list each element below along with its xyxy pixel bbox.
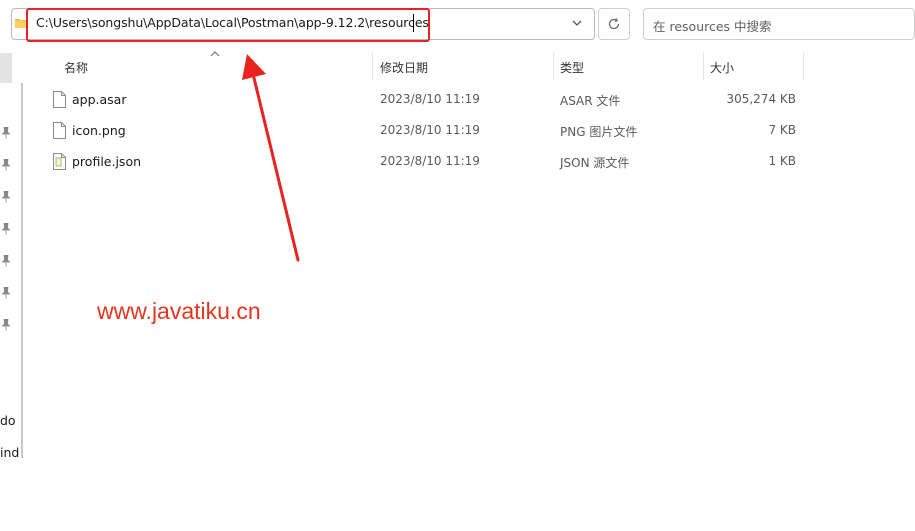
file-name[interactable]: app.asar bbox=[72, 92, 126, 107]
search-placeholder: 在 resources 中搜索 bbox=[653, 19, 772, 34]
file-name[interactable]: icon.png bbox=[72, 123, 126, 138]
column-header-size[interactable]: 大小 bbox=[710, 59, 734, 76]
file-modified: 2023/8/10 11:19 bbox=[380, 154, 480, 168]
column-divider[interactable] bbox=[703, 52, 704, 80]
refresh-icon bbox=[608, 18, 620, 30]
file-type: ASAR 文件 bbox=[560, 94, 621, 108]
pin-icon bbox=[2, 287, 10, 299]
column-header-name[interactable]: 名称 bbox=[64, 59, 88, 76]
file-name[interactable]: profile.json bbox=[72, 154, 141, 169]
watermark-text: www.javatiku.cn bbox=[97, 298, 261, 324]
pin-icon bbox=[2, 159, 10, 171]
column-header-modified[interactable]: 修改日期 bbox=[380, 59, 428, 76]
pin-icon bbox=[2, 223, 10, 235]
file-size: 305,274 KB bbox=[726, 92, 796, 106]
pin-icon bbox=[2, 127, 10, 139]
annotation-highlight-box bbox=[26, 8, 430, 42]
file-size: 1 KB bbox=[768, 154, 796, 168]
refresh-button[interactable] bbox=[598, 8, 630, 40]
nav-scrollbar[interactable] bbox=[21, 83, 23, 458]
file-icon bbox=[53, 122, 66, 139]
pin-icon bbox=[2, 319, 10, 331]
nav-selected-item[interactable] bbox=[0, 53, 12, 83]
column-divider[interactable] bbox=[553, 52, 554, 80]
column-divider[interactable] bbox=[372, 52, 373, 80]
file-size: 7 KB bbox=[768, 123, 796, 137]
pin-icon bbox=[2, 255, 10, 267]
file-icon bbox=[53, 91, 66, 108]
column-header-type[interactable]: 类型 bbox=[560, 59, 584, 76]
nav-item-label[interactable]: ind bbox=[0, 445, 19, 460]
pin-icon bbox=[2, 191, 10, 203]
nav-item-label[interactable]: do bbox=[0, 413, 16, 428]
column-divider[interactable] bbox=[803, 52, 804, 80]
file-type: PNG 图片文件 bbox=[560, 125, 638, 139]
file-modified: 2023/8/10 11:19 bbox=[380, 92, 480, 106]
file-modified: 2023/8/10 11:19 bbox=[380, 123, 480, 137]
sort-ascending-icon bbox=[210, 51, 220, 57]
annotation-arrow bbox=[242, 54, 300, 262]
chevron-down-icon[interactable] bbox=[570, 16, 584, 30]
json-file-icon bbox=[53, 153, 66, 170]
file-type: JSON 源文件 bbox=[560, 156, 630, 170]
